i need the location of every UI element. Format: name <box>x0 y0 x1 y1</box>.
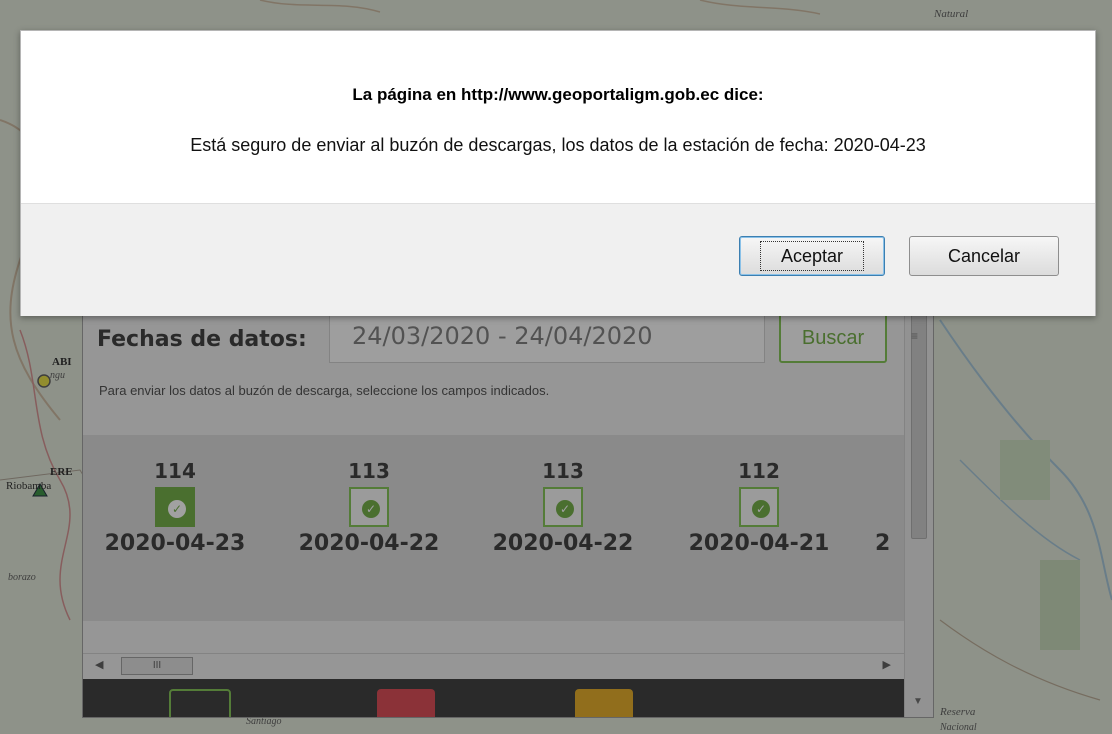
accept-button[interactable]: Aceptar <box>739 236 885 276</box>
dialog-title: La página en http://www.geoportaligm.gob… <box>352 85 764 104</box>
cancel-button[interactable]: Cancelar <box>909 236 1059 276</box>
dialog-footer: Aceptar Cancelar <box>21 203 1095 316</box>
dialog-message: Está seguro de enviar al buzón de descar… <box>190 135 926 155</box>
accept-button-label: Aceptar <box>759 241 865 271</box>
confirm-dialog: La página en http://www.geoportaligm.gob… <box>20 30 1096 316</box>
